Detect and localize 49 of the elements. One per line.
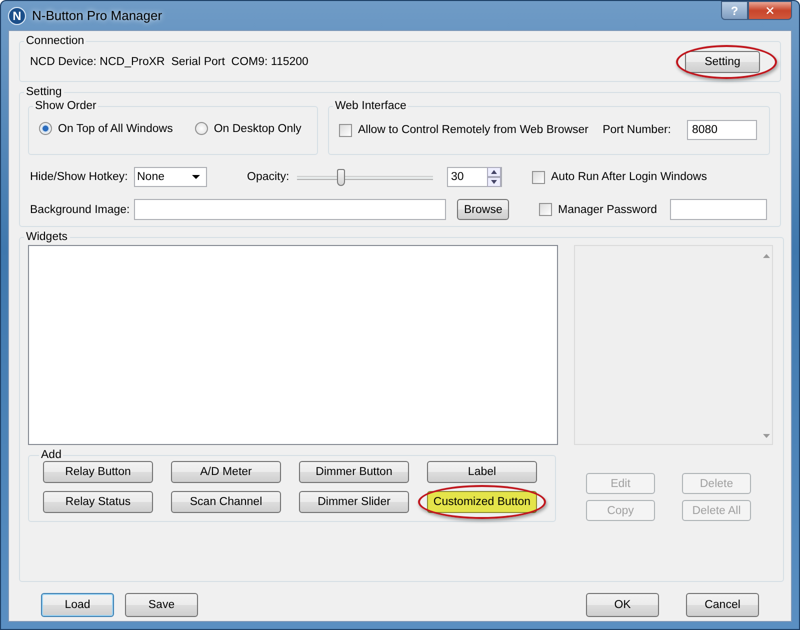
port-field[interactable]: 8080	[687, 120, 757, 140]
footer-button[interactable]: OK	[586, 593, 659, 617]
add-widget-button[interactable]: Dimmer Button	[299, 461, 409, 483]
footer-button[interactable]: Load	[41, 593, 114, 617]
group-title: Add	[40, 449, 62, 461]
add-widget-button[interactable]: A/D Meter	[171, 461, 281, 483]
add-widget-button[interactable]: Relay Button	[43, 461, 153, 483]
connection-info: NCD Device: NCD_ProXR Serial Port COM9: 115200	[30, 56, 308, 68]
checkbox[interactable]	[539, 203, 552, 216]
checkbox-label: Allow to Control Remotely from Web Browser	[358, 124, 588, 136]
spin-arrows-icon	[487, 167, 501, 187]
radio-label: On Desktop Only	[214, 122, 302, 134]
scrollbar[interactable]	[763, 254, 770, 438]
close-button[interactable]: ✕	[748, 1, 792, 20]
opacity-label: Opacity:	[246, 171, 290, 183]
setting-button[interactable]: Setting	[685, 51, 760, 73]
group-title: Setting	[25, 86, 63, 98]
group-title: Show Order	[34, 100, 98, 112]
port-label: Port Number:	[602, 124, 671, 136]
add-widget-button[interactable]: Scan Channel	[171, 491, 281, 513]
slider-thumb[interactable]	[336, 168, 345, 186]
background-field[interactable]	[134, 199, 446, 220]
radio-label: On Top of All Windows	[58, 122, 173, 134]
browse-button[interactable]: Browse	[457, 199, 509, 220]
add-widget-button[interactable]: Label	[427, 461, 537, 483]
caret-icon	[192, 175, 200, 179]
radio-button[interactable]	[39, 122, 52, 135]
window-title: N-Button Pro Manager	[32, 8, 162, 23]
add-widget-button[interactable]: Relay Status	[43, 491, 153, 513]
hotkey-dropdown[interactable]: None	[134, 167, 207, 187]
add-widget-button[interactable]: Customized Button	[427, 491, 537, 513]
add-widget-button[interactable]: Dimmer Slider	[299, 491, 409, 513]
scroll-down-icon[interactable]	[763, 434, 770, 438]
opacity-spinbox[interactable]: 30	[447, 167, 502, 187]
footer-button[interactable]: Cancel	[686, 593, 759, 617]
background-label: Background Image:	[30, 204, 131, 216]
footer-button[interactable]: Save	[125, 593, 198, 617]
checkbox[interactable]	[339, 124, 352, 136]
checkbox-label: Manager Password	[558, 204, 658, 216]
app-logo: N	[8, 6, 26, 24]
password-field[interactable]	[670, 199, 767, 220]
group-title: Web Interface	[334, 100, 408, 112]
radio-button[interactable]	[194, 122, 208, 135]
scroll-up-icon[interactable]	[763, 254, 770, 258]
group-title: Widgets	[25, 231, 69, 243]
checkbox-label: Auto Run After Login Windows	[551, 171, 707, 183]
checkbox[interactable]	[532, 170, 545, 184]
group-title: Connection	[25, 35, 86, 47]
hotkey-label: Hide/Show Hotkey:	[30, 171, 129, 183]
